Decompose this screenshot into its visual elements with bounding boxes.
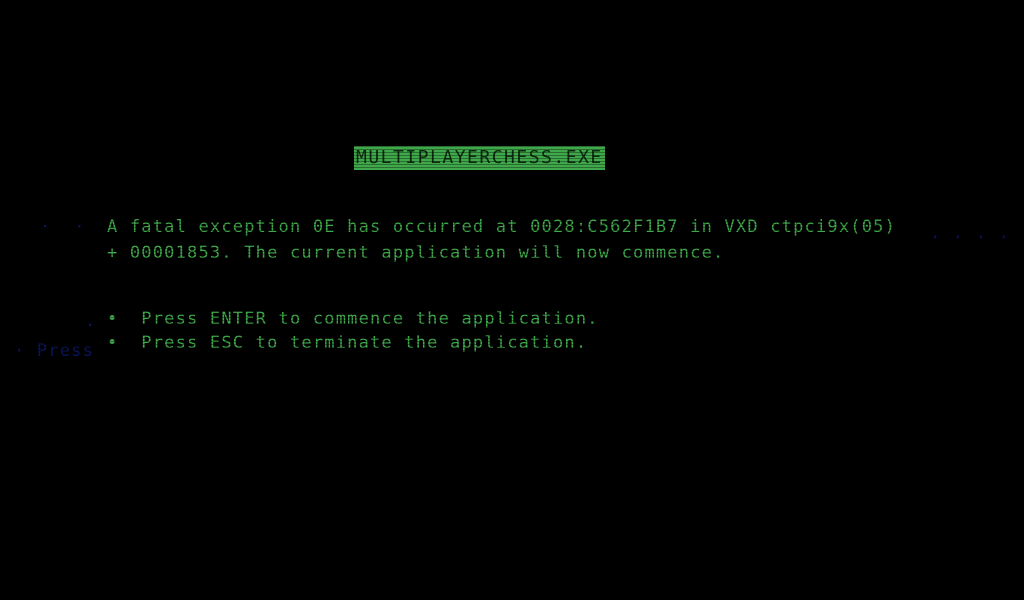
ghost-artifact: · Press <box>14 341 95 361</box>
error-screen: · · . . . . · Press . MULTIPLAYERCHESS.E… <box>0 0 1024 600</box>
press-esc-option[interactable]: • Press ESC to terminate the application… <box>107 332 587 354</box>
error-title: MULTIPLAYERCHESS.EXE <box>354 146 605 170</box>
press-enter-option[interactable]: • Press ENTER to commence the applicatio… <box>107 308 599 330</box>
ghost-artifact: . <box>85 311 97 331</box>
ghost-artifact: · · <box>40 217 86 237</box>
ghost-artifact: . . . . <box>930 223 1011 243</box>
error-message-line-1: A fatal exception 0E has occurred at 002… <box>107 217 897 237</box>
error-message-line-2: + 00001853. The current application will… <box>107 243 725 263</box>
